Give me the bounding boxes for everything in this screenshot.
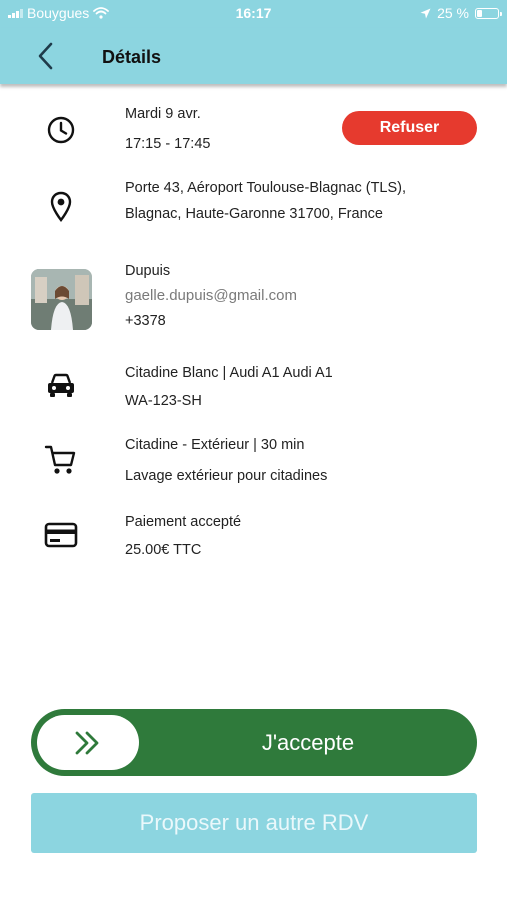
chevron-left-icon	[38, 42, 53, 70]
vehicle-plate: WA-123-SH	[125, 393, 202, 409]
double-chevron-right-icon	[75, 731, 99, 754]
status-right: 25 %	[420, 5, 502, 21]
payment-amount: 25.00€ TTC	[125, 542, 202, 558]
customer-phone[interactable]: +3378	[125, 314, 166, 329]
refuse-button[interactable]: Refuser	[342, 111, 477, 145]
accept-slider[interactable]: J'accepte	[31, 709, 477, 776]
battery-icon	[475, 7, 502, 19]
vehicle-description: Citadine Blanc | Audi A1 Audi A1	[125, 365, 333, 381]
address-line-1: Porte 43, Aéroport Toulouse-Blagnac (TLS…	[125, 180, 407, 196]
service-row: Citadine - Extérieur | 30 min Lavage ext…	[0, 434, 507, 494]
customer-name: Dupuis	[125, 263, 171, 279]
location-pin-icon	[44, 190, 78, 224]
location-arrow-icon	[420, 8, 431, 18]
slider-handle[interactable]	[37, 715, 139, 770]
status-bar: Bouygues 16:17 25 %	[0, 0, 507, 28]
clock-icon	[44, 113, 78, 147]
customer-row: Dupuis gaelle.dupuis@gmail.com +3378	[0, 260, 507, 335]
car-icon	[44, 369, 78, 403]
header: Détails	[0, 28, 507, 84]
service-description: Lavage extérieur pour citadines	[125, 468, 328, 484]
location-row: Porte 43, Aéroport Toulouse-Blagnac (TLS…	[0, 178, 507, 238]
payment-row: Paiement accepté 25.00€ TTC	[0, 511, 507, 571]
service-title: Citadine - Extérieur | 30 min	[125, 437, 305, 453]
back-button[interactable]	[30, 38, 66, 74]
payment-status: Paiement accepté	[125, 514, 242, 530]
appointment-date: Mardi 9 avr.	[125, 106, 201, 122]
page-title: Détails	[102, 47, 162, 67]
address-line-2: Blagnac, Haute-Garonne 31700, France	[125, 206, 383, 222]
cart-icon	[44, 443, 78, 477]
battery-percent: 25 %	[437, 5, 469, 21]
vehicle-row: Citadine Blanc | Audi A1 Audi A1 WA-123-…	[0, 362, 507, 422]
propose-other-rdv-button[interactable]: Proposer un autre RDV	[31, 793, 477, 853]
appointment-time: 17:15 - 17:45	[125, 136, 211, 152]
customer-email[interactable]: gaelle.dupuis@gmail.com	[125, 288, 297, 303]
credit-card-icon	[44, 518, 78, 552]
accept-label: J'accepte	[261, 729, 355, 755]
